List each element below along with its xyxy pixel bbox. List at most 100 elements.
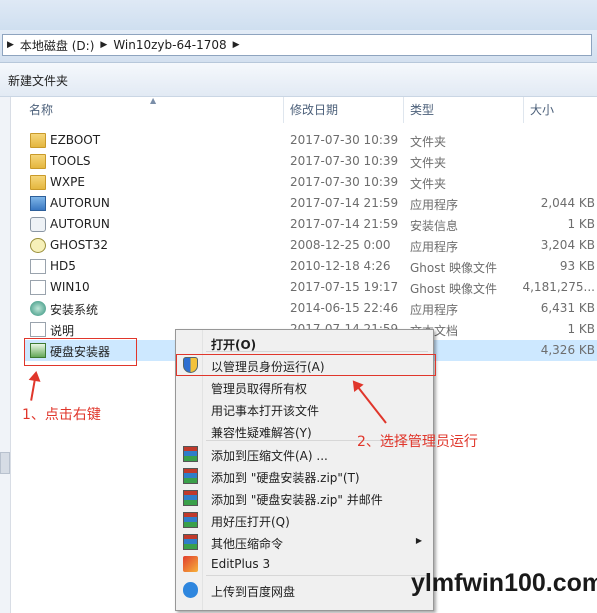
context-menu-item[interactable]: 添加到 "硬盘安装器.zip"(T)	[177, 465, 430, 487]
document-icon	[30, 280, 46, 295]
annotation-step2: 2、选择管理员运行	[357, 434, 478, 450]
breadcrumb-folder[interactable]: Win10zyb-64-1708	[113, 38, 226, 52]
winrar-icon	[183, 534, 198, 550]
file-modified-date: 2017-07-15 19:17	[290, 280, 399, 294]
breadcrumb-arrow-icon[interactable]: ▶	[233, 40, 240, 50]
context-menu-item-label: 用好压打开(Q)	[211, 515, 290, 529]
annotation-arrow-1	[30, 372, 37, 401]
column-divider[interactable]	[523, 97, 524, 123]
file-name: 说明	[50, 324, 75, 338]
file-row[interactable]: EZBOOT 2017-07-30 10:39 文件夹	[24, 130, 597, 151]
context-menu-item-label: 管理员取得所有权	[211, 382, 308, 396]
column-header-type[interactable]: 类型	[410, 97, 434, 123]
highlight-box-run-as-admin	[176, 354, 436, 376]
address-bar[interactable]: ▶ 本地磁盘 (D:) ▶ Win10zyb-64-1708 ▶	[2, 34, 592, 56]
title-strip	[0, 0, 597, 30]
file-modified-date: 2017-07-30 10:39	[290, 133, 399, 147]
file-size: 2,044 KB	[540, 196, 595, 210]
file-type: 应用程序	[410, 240, 459, 254]
file-modified-date: 2017-07-14 21:59	[290, 196, 399, 210]
context-menu-item-label: 上传到百度网盘	[211, 585, 296, 599]
file-row[interactable]: 安装系统 2014-06-15 22:46 应用程序 6,431 KB	[24, 298, 597, 319]
file-row[interactable]: WXPE 2017-07-30 10:39 文件夹	[24, 172, 597, 193]
file-modified-date: 2010-12-18 4:26	[290, 259, 391, 273]
folder-icon	[30, 133, 46, 148]
file-type: 文件夹	[410, 135, 447, 149]
column-header-modified[interactable]: 修改日期	[290, 97, 338, 123]
file-size: 93 KB	[559, 259, 595, 273]
context-menu-item-label: 添加到 "硬盘安装器.zip"(T)	[211, 471, 360, 485]
sort-ascending-icon: ▲	[150, 96, 157, 105]
file-type: 应用程序	[410, 303, 459, 317]
file-size: 4,326 KB	[540, 343, 595, 357]
file-row[interactable]: GHOST32 2008-12-25 0:00 应用程序 3,204 KB	[24, 235, 597, 256]
document-icon	[30, 259, 46, 274]
setup-info-icon	[30, 217, 46, 232]
navigation-pane	[0, 97, 11, 613]
file-name: TOOLS	[50, 154, 91, 168]
file-row[interactable]: TOOLS 2017-07-30 10:39 文件夹	[24, 151, 597, 172]
navigation-scrollbar-thumb[interactable]	[0, 452, 10, 474]
disc-icon	[30, 301, 46, 316]
column-divider[interactable]	[403, 97, 404, 123]
column-header-name[interactable]: 名称	[29, 97, 53, 123]
context-menu-item[interactable]: 用记事本打开该文件	[177, 398, 430, 420]
file-name: AUTORUN	[50, 217, 110, 231]
winrar-icon	[183, 446, 198, 462]
context-menu-item[interactable]: 上传到百度网盘	[177, 579, 430, 601]
context-menu-item-label: 添加到压缩文件(A) ...	[211, 449, 328, 463]
winrar-icon	[183, 468, 198, 484]
context-menu-item-label: EditPlus 3	[211, 557, 271, 571]
file-type: 文件夹	[410, 156, 447, 170]
file-modified-date: 2014-06-15 22:46	[290, 301, 399, 315]
context-menu-item[interactable]: 管理员取得所有权	[177, 376, 430, 398]
watermark-sub: win7w.com	[512, 596, 571, 610]
file-type: Ghost 映像文件	[410, 282, 498, 296]
file-modified-date: 2017-07-14 21:59	[290, 217, 399, 231]
submenu-arrow-icon: ▶	[415, 536, 422, 545]
file-size: 1 KB	[567, 217, 595, 231]
highlight-box-target-file	[24, 338, 137, 366]
file-name: 安装系统	[50, 303, 99, 317]
menu-separator	[206, 351, 428, 352]
context-menu-item[interactable]: EditPlus 3	[177, 553, 430, 575]
file-size: 3,204 KB	[540, 238, 595, 252]
file-row[interactable]: WIN10 2017-07-15 19:17 Ghost 映像文件 4,181,275…	[24, 277, 597, 298]
context-menu-item[interactable]: 用好压打开(Q)	[177, 509, 430, 531]
file-name: AUTORUN	[50, 196, 110, 210]
file-row[interactable]: AUTORUN 2017-07-14 21:59 安装信息 1 KB	[24, 214, 597, 235]
column-divider[interactable]	[283, 97, 284, 123]
winrar-icon	[183, 512, 198, 528]
text-document-icon	[30, 322, 46, 337]
menu-separator	[206, 575, 428, 576]
context-menu-item-label: 兼容性疑难解答(Y)	[211, 426, 312, 440]
file-name: HD5	[50, 259, 76, 273]
context-menu-item[interactable]: 添加到 "硬盘安装器.zip" 并邮件	[177, 487, 430, 509]
file-row[interactable]: AUTORUN 2017-07-14 21:59 应用程序 2,044 KB	[24, 193, 597, 214]
file-modified-date: 2017-07-30 10:39	[290, 175, 399, 189]
file-name: WIN10	[50, 280, 90, 294]
breadcrumb-arrow-icon[interactable]: ▶	[100, 40, 107, 50]
toolbar	[0, 63, 597, 97]
file-size: 6,431 KB	[540, 301, 595, 315]
file-row[interactable]: HD5 2010-12-18 4:26 Ghost 映像文件 93 KB	[24, 256, 597, 277]
windows-installer-icon	[30, 196, 46, 211]
breadcrumb-drive[interactable]: 本地磁盘 (D:)	[20, 37, 94, 54]
new-folder-button[interactable]: 新建文件夹	[8, 72, 68, 89]
context-menu-item-label: 添加到 "硬盘安装器.zip" 并邮件	[211, 493, 383, 507]
file-size: 1 KB	[567, 322, 595, 336]
editplus-icon	[183, 556, 198, 572]
file-type: Ghost 映像文件	[410, 261, 498, 275]
context-menu-item-label: 用记事本打开该文件	[211, 404, 320, 418]
file-type: 文件夹	[410, 177, 447, 191]
file-type: 应用程序	[410, 198, 459, 212]
context-menu-item[interactable]: 其他压缩命令 ▶	[177, 531, 430, 553]
breadcrumb-arrow-icon[interactable]: ▶	[7, 40, 14, 50]
file-name: WXPE	[50, 175, 85, 189]
baidu-cloud-icon	[183, 582, 198, 598]
column-header-size[interactable]: 大小	[530, 97, 554, 123]
folder-icon	[30, 154, 46, 169]
annotation-step1: 1、点击右键	[22, 407, 101, 423]
file-size: 4,181,275...	[522, 280, 595, 294]
folder-icon	[30, 175, 46, 190]
